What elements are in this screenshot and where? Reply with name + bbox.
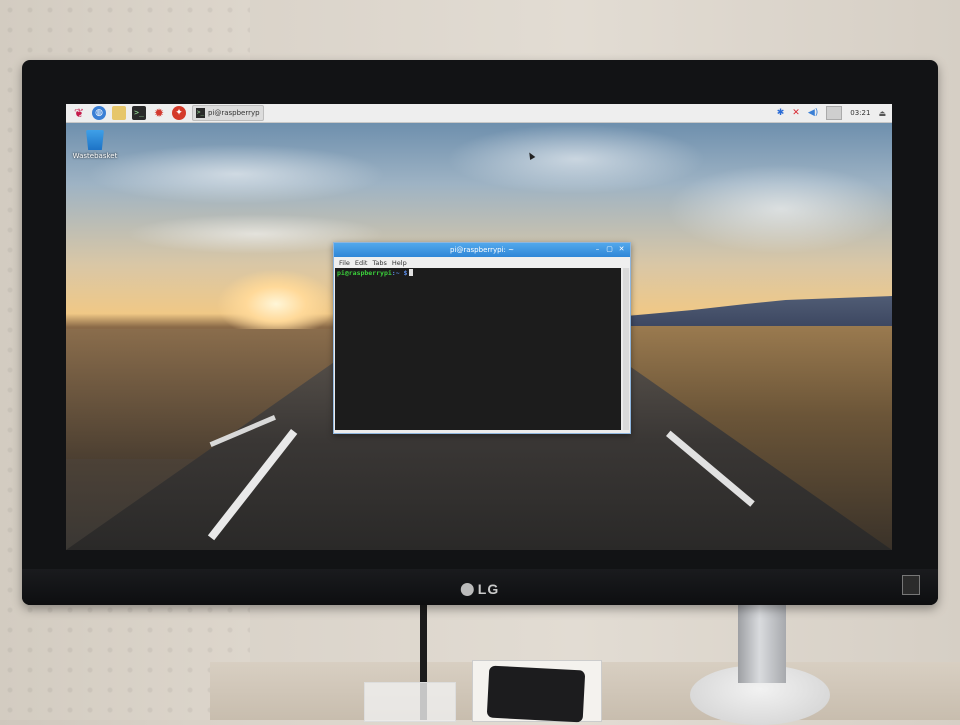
cloud xyxy=(86,144,386,204)
cloud xyxy=(666,164,892,254)
monitor-stand-neck xyxy=(738,603,786,683)
desktop-screen: ❦ ◍ >_ ✹ ✦ >_ pi@raspberrypi: ~ ✱ ✕ ◀) 0… xyxy=(66,104,892,550)
lg-logo-icon xyxy=(460,583,474,596)
terminal-menubar: File Edit Tabs Help xyxy=(334,257,630,268)
smartphone xyxy=(486,665,586,723)
cpu-monitor-icon xyxy=(826,106,843,120)
taskbar: ❦ ◍ >_ ✹ ✦ >_ pi@raspberrypi: ~ ✱ ✕ ◀) 0… xyxy=(66,104,892,123)
system-tray: ✱ ✕ ◀) 03:21 ⏏ xyxy=(769,106,886,120)
window-title: pi@raspberrypi: ~ xyxy=(449,246,514,254)
prompt-user-host: pi@raspberrypi xyxy=(337,269,392,277)
window-titlebar[interactable]: pi@raspberrypi: ~ – ▢ ✕ xyxy=(334,243,630,257)
distant-mountains xyxy=(626,296,892,328)
taskbar-window-label: pi@raspberrypi: ~ xyxy=(207,109,260,117)
energy-badge xyxy=(902,575,920,595)
taskbar-window-button[interactable]: >_ pi@raspberrypi: ~ xyxy=(192,105,264,121)
menu-icon[interactable]: ❦ xyxy=(72,106,86,120)
monitor-brand-logo: LG xyxy=(460,581,499,597)
file-manager-icon[interactable] xyxy=(112,106,126,120)
volume-icon[interactable]: ◀) xyxy=(808,108,818,118)
browser-icon[interactable]: ◍ xyxy=(92,106,106,120)
minimize-icon[interactable]: – xyxy=(593,245,602,254)
maximize-icon[interactable]: ▢ xyxy=(605,245,614,254)
menu-file[interactable]: File xyxy=(339,259,350,267)
menu-help[interactable]: Help xyxy=(392,259,407,267)
wolfram-icon[interactable]: ✦ xyxy=(172,106,186,120)
bluetooth-icon[interactable]: ✱ xyxy=(777,108,785,118)
terminal-icon: >_ xyxy=(196,108,205,118)
menu-edit[interactable]: Edit xyxy=(355,259,368,267)
prompt-path: :~ $ xyxy=(391,269,408,277)
terminal-output[interactable]: pi@raspberrypi:~ $ xyxy=(335,268,621,430)
terminal-scrollbar[interactable] xyxy=(623,268,629,430)
desktop-icon-label: Wastebasket xyxy=(72,152,118,160)
mathematica-icon[interactable]: ✹ xyxy=(152,106,166,120)
menu-tabs[interactable]: Tabs xyxy=(372,259,386,267)
close-icon[interactable]: ✕ xyxy=(617,245,626,254)
terminal-window[interactable]: pi@raspberrypi: ~ – ▢ ✕ File Edit Tabs H… xyxy=(333,242,631,434)
clock[interactable]: 03:21 xyxy=(850,109,870,117)
terminal-icon[interactable]: >_ xyxy=(132,106,146,120)
cloud xyxy=(446,124,706,194)
desktop-icon-wastebasket[interactable]: Wastebasket xyxy=(72,130,118,160)
eject-icon[interactable]: ⏏ xyxy=(878,109,886,118)
text-cursor xyxy=(409,269,414,276)
prompt-line: pi@raspberrypi:~ $ xyxy=(335,268,621,278)
trash-icon xyxy=(86,130,104,150)
monitor-chin: LG xyxy=(22,569,938,605)
plastic-bag xyxy=(364,682,456,722)
window-controls: – ▢ ✕ xyxy=(590,245,626,254)
network-disconnected-icon[interactable]: ✕ xyxy=(792,108,800,118)
